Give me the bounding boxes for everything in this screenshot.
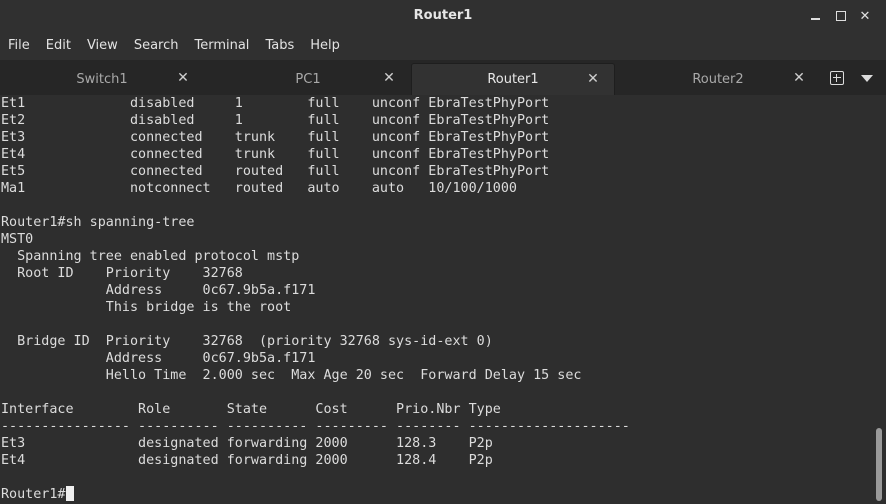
terminal-window: Router1 ✕ File Edit View Search Terminal… <box>0 0 886 504</box>
menu-edit[interactable]: Edit <box>38 32 79 60</box>
close-icon: ✕ <box>859 8 871 24</box>
terminal-line: Et3 connected trunk full unconf EbraTest… <box>1 130 550 145</box>
window-title: Router1 <box>413 8 473 23</box>
close-window-button[interactable]: ✕ <box>855 6 875 26</box>
terminal-line: MST0 <box>1 232 34 247</box>
terminal-line: Address 0c67.9b5a.f171 <box>1 283 316 298</box>
terminal-text: Et1 disabled 1 full unconf EbraTestPhyPo… <box>1 95 630 503</box>
terminal-line: Et1 disabled 1 full unconf EbraTestPhyPo… <box>1 96 550 111</box>
menu-file[interactable]: File <box>0 32 38 60</box>
tab-label: Router1 <box>487 72 539 87</box>
tab-label: Switch1 <box>76 71 128 87</box>
menu-help[interactable]: Help <box>302 32 348 60</box>
menu-view[interactable]: View <box>79 32 126 60</box>
terminal-line: Et5 connected routed full unconf EbraTes… <box>1 164 550 179</box>
terminal-line: Router1#sh spanning-tree <box>1 215 195 230</box>
terminal-line: Root ID Priority 32768 <box>1 266 243 281</box>
maximize-button[interactable] <box>831 6 851 26</box>
minimize-icon <box>810 18 820 20</box>
tab-router1[interactable]: Router1 ✕ <box>411 63 615 95</box>
close-icon[interactable]: ✕ <box>792 71 806 85</box>
terminal-line: Hello Time 2.000 sec Max Age 20 sec Forw… <box>1 368 582 383</box>
menu-search[interactable]: Search <box>126 32 187 60</box>
scrollbar[interactable] <box>876 428 882 501</box>
terminal-prompt: Router1# <box>1 487 66 502</box>
close-icon[interactable]: ✕ <box>176 71 190 85</box>
tab-label: Router2 <box>692 71 744 87</box>
new-tab-button[interactable] <box>828 69 846 87</box>
maximize-icon <box>836 11 846 21</box>
tab-label: PC1 <box>295 71 321 87</box>
menu-terminal[interactable]: Terminal <box>186 32 257 60</box>
terminal-line: This bridge is the root <box>1 300 292 315</box>
terminal-line: Ma1 notconnect routed auto auto 10/100/1… <box>1 181 517 196</box>
tab-router2[interactable]: Router2 ✕ <box>616 63 820 95</box>
terminal-line: Spanning tree enabled protocol mstp <box>1 249 300 264</box>
terminal-line: Et4 connected trunk full unconf EbraTest… <box>1 147 550 162</box>
terminal-line: Et4 designated forwarding 2000 128.4 P2p <box>1 453 493 468</box>
terminal-line: Bridge ID Priority 32768 (priority 32768… <box>1 334 493 349</box>
terminal-line: Interface Role State Cost Prio.Nbr Type <box>1 402 501 417</box>
chevron-down-icon <box>861 74 873 82</box>
plus-icon <box>830 71 844 85</box>
tab-pc1[interactable]: PC1 ✕ <box>206 63 410 95</box>
title-bar[interactable]: Router1 ✕ <box>0 0 886 32</box>
terminal-line: Et3 designated forwarding 2000 128.3 P2p <box>1 436 493 451</box>
menu-tabs[interactable]: Tabs <box>257 32 302 60</box>
terminal-cursor <box>65 486 74 501</box>
tab-bar: Switch1 ✕ PC1 ✕ Router1 ✕ Router2 ✕ <box>0 60 886 96</box>
close-icon[interactable]: ✕ <box>586 72 600 86</box>
tab-list-button[interactable] <box>858 69 876 87</box>
menu-bar: File Edit View Search Terminal Tabs Help <box>0 32 886 60</box>
terminal-output[interactable]: Et1 disabled 1 full unconf EbraTestPhyPo… <box>0 95 886 504</box>
close-icon[interactable]: ✕ <box>382 71 396 85</box>
terminal-line: Address 0c67.9b5a.f171 <box>1 351 316 366</box>
tab-switch1[interactable]: Switch1 ✕ <box>0 63 204 95</box>
terminal-line: ---------------- ---------- ---------- -… <box>1 419 630 434</box>
terminal-prompt-line: Router1# <box>1 486 630 503</box>
minimize-button[interactable] <box>805 6 825 26</box>
terminal-line: Et2 disabled 1 full unconf EbraTestPhyPo… <box>1 113 550 128</box>
